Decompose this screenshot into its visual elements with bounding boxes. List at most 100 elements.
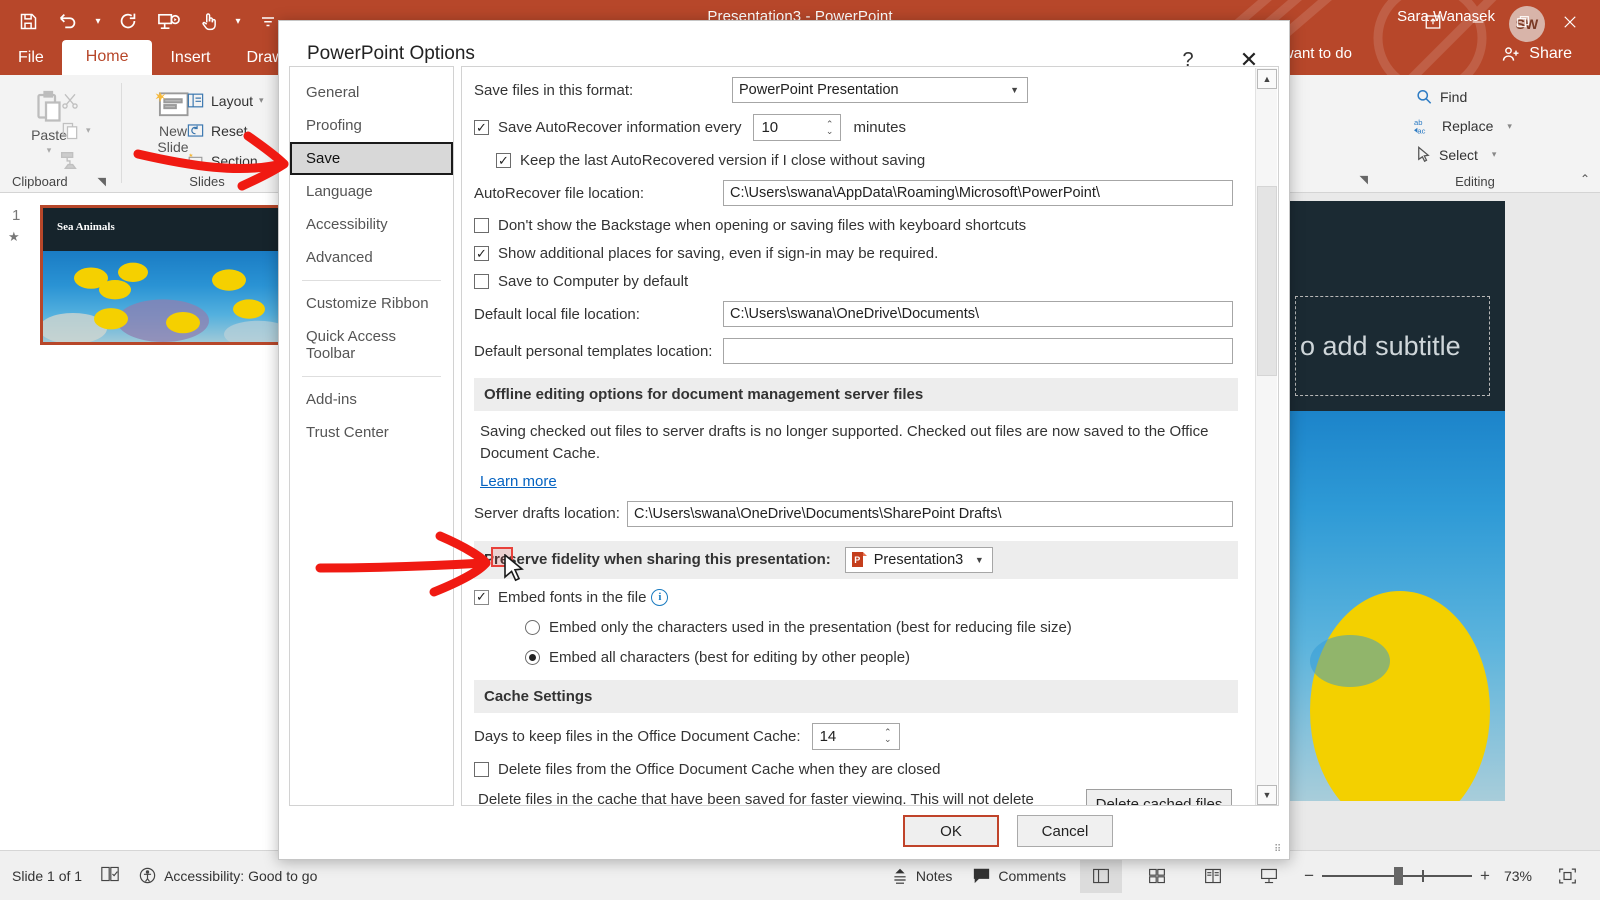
section-button[interactable]: Section [186,151,258,170]
offline-editing-paragraph: Saving checked out files to server draft… [480,423,1209,462]
zoom-level[interactable]: 73% [1504,868,1532,884]
paste-dropdown-icon[interactable]: ▾ [47,145,52,156]
restore-button[interactable] [1500,2,1545,42]
zoom-in-button[interactable]: + [1480,866,1490,886]
preserve-fidelity-value: Presentation3 [873,551,964,568]
tab-file[interactable]: File [0,43,62,75]
nav-item-proofing[interactable]: Proofing [290,109,453,142]
save-autorecover-label: Save AutoRecover information every [498,119,742,136]
nav-item-trust-center[interactable]: Trust Center [290,416,453,449]
embed-fonts-checkbox[interactable]: ✓ [474,589,489,605]
select-button[interactable]: Select ▾ [1414,145,1496,164]
default-templates-location-input[interactable] [723,338,1233,364]
scrollbar-thumb[interactable] [1257,186,1277,376]
default-local-location-input[interactable]: C:\Users\swana\OneDrive\Documents\ [723,301,1233,327]
show-additional-places-checkbox[interactable]: ✓ [474,246,489,261]
slide-thumbnail-1[interactable]: Sea Animals [40,205,288,345]
svg-text:ac: ac [1417,127,1425,136]
layout-label: Layout [211,92,254,109]
preserve-fidelity-combobox[interactable]: P Presentation3 ▼ [844,546,993,573]
replace-button[interactable]: ab ac Replace ▾ [1414,116,1512,136]
ribbon-tabs[interactable]: File Home Insert Draw [0,38,302,75]
dont-show-backstage-checkbox[interactable] [474,218,489,233]
embed-all-characters-radio[interactable] [525,649,540,665]
chevron-down-icon: ▼ [974,554,984,565]
subtitle-placeholder[interactable]: o add subtitle [1295,296,1490,396]
default-local-location-label: Default local file location: [474,305,640,323]
nav-item-quick-access-toolbar[interactable]: Quick Access Toolbar [290,320,453,370]
delete-cached-files-button[interactable]: Delete cached files [1086,788,1232,805]
replace-dropdown-icon[interactable]: ▾ [1507,121,1512,132]
zoom-slider[interactable]: − + [1304,866,1490,886]
learn-more-link[interactable]: Learn more [480,473,557,490]
section-label: Section [211,152,258,169]
cut-button[interactable] [60,91,80,116]
minimize-button[interactable] [1455,2,1500,42]
nav-item-customize-ribbon[interactable]: Customize Ribbon [290,287,453,320]
view-reading-button[interactable] [1192,859,1234,893]
delete-on-close-checkbox[interactable] [474,761,489,777]
nav-item-general[interactable]: General [290,76,453,109]
layout-button[interactable]: Layout ▾ [186,91,264,110]
notes-button[interactable]: Notes [891,868,952,884]
nav-item-advanced[interactable]: Advanced [290,241,453,274]
save-autorecover-checkbox[interactable]: ✓ [474,120,489,135]
autorecover-minutes-spinner[interactable]: 10 ⌃ ⌄ [753,114,842,141]
layout-dropdown-icon[interactable]: ▾ [259,95,264,106]
scroll-down-button[interactable]: ▼ [1257,785,1277,805]
spinner-arrows-icon[interactable]: ⌃ ⌄ [826,119,834,135]
format-painter-button[interactable] [58,149,80,176]
dialog-title: PowerPoint Options [307,43,475,64]
cache-days-label: Days to keep files in the Office Documen… [474,727,801,745]
nav-item-language[interactable]: Language [290,175,453,208]
ribbon-display-options-icon[interactable] [1410,2,1455,42]
server-drafts-location-input[interactable]: C:\Users\swana\OneDrive\Documents\ShareP… [627,500,1233,527]
comments-button[interactable]: Comments [972,867,1066,884]
copy-dropdown-icon[interactable]: ▾ [86,125,91,136]
cache-description-paragraph: Delete files in the cache that have been… [478,790,1034,806]
clipboard-dialog-launcher[interactable]: ◥ [98,175,106,188]
cancel-button[interactable]: Cancel [1017,815,1113,847]
resize-grip[interactable]: ⠿ [1274,844,1286,856]
save-to-computer-checkbox[interactable] [474,274,489,289]
ok-button[interactable]: OK [903,815,999,847]
reset-button[interactable]: Reset [186,121,248,140]
close-button[interactable] [1547,2,1592,42]
panel-scrollbar[interactable]: ▲ ▼ [1255,68,1277,805]
zoom-track[interactable] [1322,866,1473,885]
copy-button[interactable] [60,121,80,146]
zoom-thumb[interactable] [1394,866,1404,885]
spinner-arrows-icon[interactable]: ⌃ ⌄ [884,728,892,744]
view-slide-sorter-button[interactable] [1136,859,1178,893]
collapse-ribbon-button[interactable]: ⌃ [1580,172,1590,186]
fit-to-window-button[interactable] [1546,859,1588,893]
select-dropdown-icon[interactable]: ▾ [1492,149,1497,160]
preserve-fidelity-label: Preserve fidelity when sharing this pres… [484,551,831,568]
nav-item-add-ins[interactable]: Add-ins [290,383,453,416]
save-format-combobox[interactable]: PowerPoint Presentation ▼ [732,77,1028,103]
tab-home[interactable]: Home [61,40,153,75]
paragraph-dialog-launcher[interactable]: ◥ [1360,173,1368,186]
accessibility-label: Accessibility: Good to go [164,867,318,884]
cache-days-spinner[interactable]: 14 ⌃ ⌄ [811,722,900,750]
find-button[interactable]: Find [1414,87,1467,107]
cursor-arrow-icon [1418,146,1430,163]
autorecover-location-input[interactable]: C:\Users\swana\AppData\Roaming\Microsoft… [723,180,1233,206]
powerpoint-window: ▾ ▾ Presentation3 - PowerPoint Sara Wana… [0,0,1600,900]
zoom-out-button[interactable]: − [1304,866,1314,886]
mouse-cursor [504,554,524,582]
keep-last-autorecovered-checkbox[interactable]: ✓ [496,153,511,168]
share-button[interactable]: Share [1501,44,1572,64]
comment-icon [974,868,990,884]
current-slide[interactable]: o add subtitle [1290,201,1505,801]
view-slideshow-button[interactable] [1248,859,1290,893]
tab-insert[interactable]: Insert [152,43,228,75]
view-normal-button[interactable] [1080,858,1123,893]
info-icon[interactable]: i [651,588,669,606]
scroll-up-button[interactable]: ▲ [1257,69,1277,89]
nav-item-accessibility[interactable]: Accessibility [290,208,453,241]
embed-only-used-radio[interactable] [525,619,540,635]
accessibility-status[interactable]: Accessibility: Good to go [138,866,317,885]
slide-notes-icon[interactable] [100,865,120,886]
nav-item-save[interactable]: Save [290,142,453,175]
